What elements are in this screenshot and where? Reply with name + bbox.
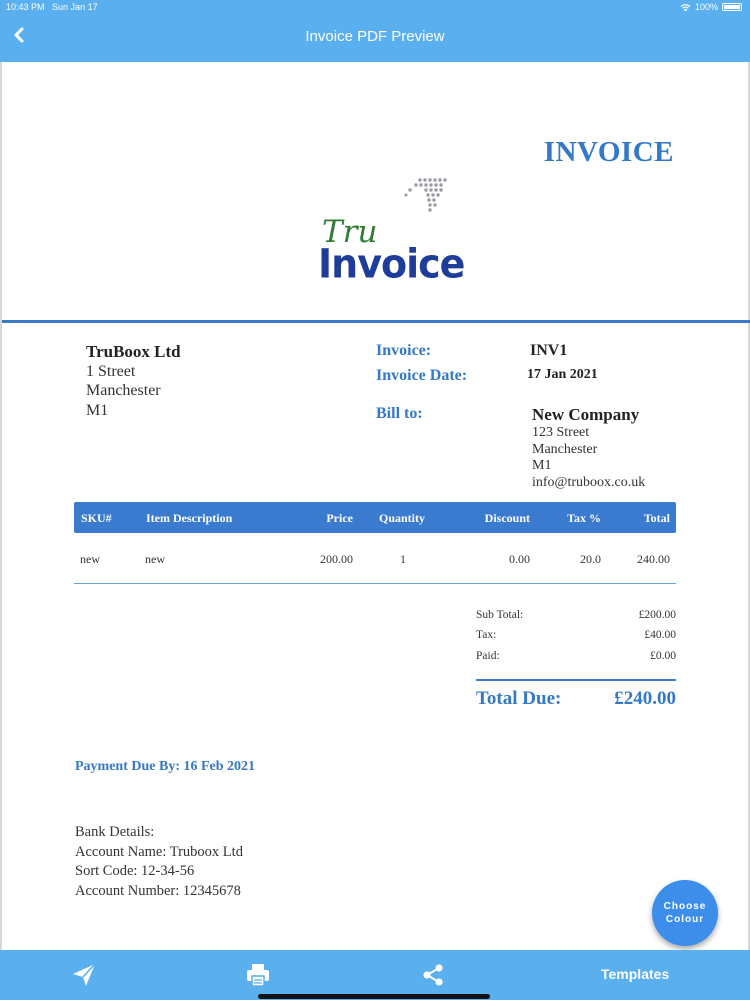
share-button[interactable] xyxy=(420,962,446,988)
invoice-date: 17 Jan 2021 xyxy=(527,367,598,382)
bill-to-label: Bill to: xyxy=(376,405,423,422)
bank-sort-code: Sort Code: 12-34-56 xyxy=(75,863,195,879)
bill-to-name: New Company xyxy=(532,405,640,424)
from-address: TruBoox Ltd 1 Street Manchester M1 xyxy=(86,342,181,420)
item-discount: 0.00 xyxy=(509,552,530,566)
company-logo: Tru Invoice xyxy=(318,170,465,290)
item-description: new xyxy=(145,552,165,566)
bank-account-name: Account Name: Truboox Ltd xyxy=(75,843,243,860)
total-divider xyxy=(476,679,676,681)
send-button[interactable] xyxy=(71,962,97,988)
col-price: Price xyxy=(326,511,353,525)
status-date: Sun Jan 17 xyxy=(52,2,98,12)
subtotal-label: Sub Total: xyxy=(476,609,524,621)
item-price: 200.00 xyxy=(320,552,353,566)
invoice-preview[interactable]: INVOICE Tru Invoice TruBoox Ltd 1 Street… xyxy=(0,62,750,950)
from-line3: M1 xyxy=(86,401,109,419)
tax-label: Tax: xyxy=(476,629,497,641)
bill-to-address: New Company 123 Street Manchester M1 inf… xyxy=(532,405,645,491)
home-indicator xyxy=(258,994,490,999)
table-row: new new 200.00 1 0.00 20.0 240.00 xyxy=(74,540,676,584)
choose-colour-line1: Choose xyxy=(663,901,707,912)
status-right: 100% xyxy=(680,2,742,12)
bank-account-number: Account Number: 12345678 xyxy=(75,882,241,899)
status-bar: 10:43 PM Sun Jan 17 100% xyxy=(0,0,750,14)
bill-to-line2: Manchester xyxy=(532,441,598,457)
item-tax: 20.0 xyxy=(580,552,601,566)
col-sku: SKU# xyxy=(81,511,112,525)
status-time-date: 10:43 PM Sun Jan 17 xyxy=(6,2,98,12)
bank-title: Bank Details: xyxy=(75,824,155,840)
logo-dots-icon xyxy=(404,178,447,212)
printer-icon xyxy=(247,964,269,987)
col-description: Item Description xyxy=(146,511,233,525)
send-icon xyxy=(73,963,96,986)
bottom-toolbar: Templates xyxy=(0,950,750,1000)
header-divider xyxy=(2,320,750,323)
items-table-header: SKU# Item Description Price Quantity Dis… xyxy=(74,502,676,533)
invoice-number-label: Invoice: xyxy=(376,342,432,359)
choose-colour-line2: Colour xyxy=(665,914,705,925)
battery-icon xyxy=(722,3,742,11)
bill-to-line3: M1 xyxy=(532,458,552,473)
invoice-date-label: Invoice Date: xyxy=(376,367,468,384)
wifi-icon xyxy=(680,3,691,11)
nav-bar: Invoice PDF Preview xyxy=(0,14,750,60)
paid-label: Paid: xyxy=(476,650,500,662)
share-icon xyxy=(423,964,443,986)
tax-value: £40.00 xyxy=(644,629,676,641)
col-quantity: Quantity xyxy=(379,511,426,525)
logo-text-invoice: Invoice xyxy=(318,240,465,288)
invoice-number: INV1 xyxy=(530,342,568,359)
invoice-heading: INVOICE xyxy=(543,136,674,168)
nav-title: Invoice PDF Preview xyxy=(305,28,445,45)
item-total: 240.00 xyxy=(637,552,670,566)
paid-value: £0.00 xyxy=(650,650,676,662)
from-line1: 1 Street xyxy=(86,362,136,380)
bank-details: Bank Details: Account Name: Truboox Ltd … xyxy=(75,823,243,901)
total-due-row: Total Due: £240.00 xyxy=(476,688,676,710)
subtotal-value: £200.00 xyxy=(638,609,676,621)
table-divider xyxy=(74,583,676,584)
from-line2: Manchester xyxy=(86,382,161,399)
status-time: 10:43 PM xyxy=(6,2,45,12)
item-sku: new xyxy=(80,552,100,566)
payment-due: Payment Due By: 16 Feb 2021 xyxy=(75,759,256,774)
choose-colour-button[interactable]: Choose Colour xyxy=(652,880,718,946)
print-button[interactable] xyxy=(245,962,271,988)
bill-to-line1: 123 Street xyxy=(532,425,590,440)
col-total: Total xyxy=(643,511,670,525)
templates-button[interactable]: Templates xyxy=(601,966,669,982)
bill-to-email: info@truboox.co.uk xyxy=(532,474,646,490)
item-quantity: 1 xyxy=(400,552,406,566)
col-tax: Tax % xyxy=(567,511,601,525)
total-due-value: £240.00 xyxy=(614,688,676,709)
battery-percent: 100% xyxy=(694,2,718,12)
from-company-name: TruBoox Ltd xyxy=(86,342,181,361)
col-discount: Discount xyxy=(484,511,530,525)
total-due-label: Total Due: xyxy=(476,688,562,709)
